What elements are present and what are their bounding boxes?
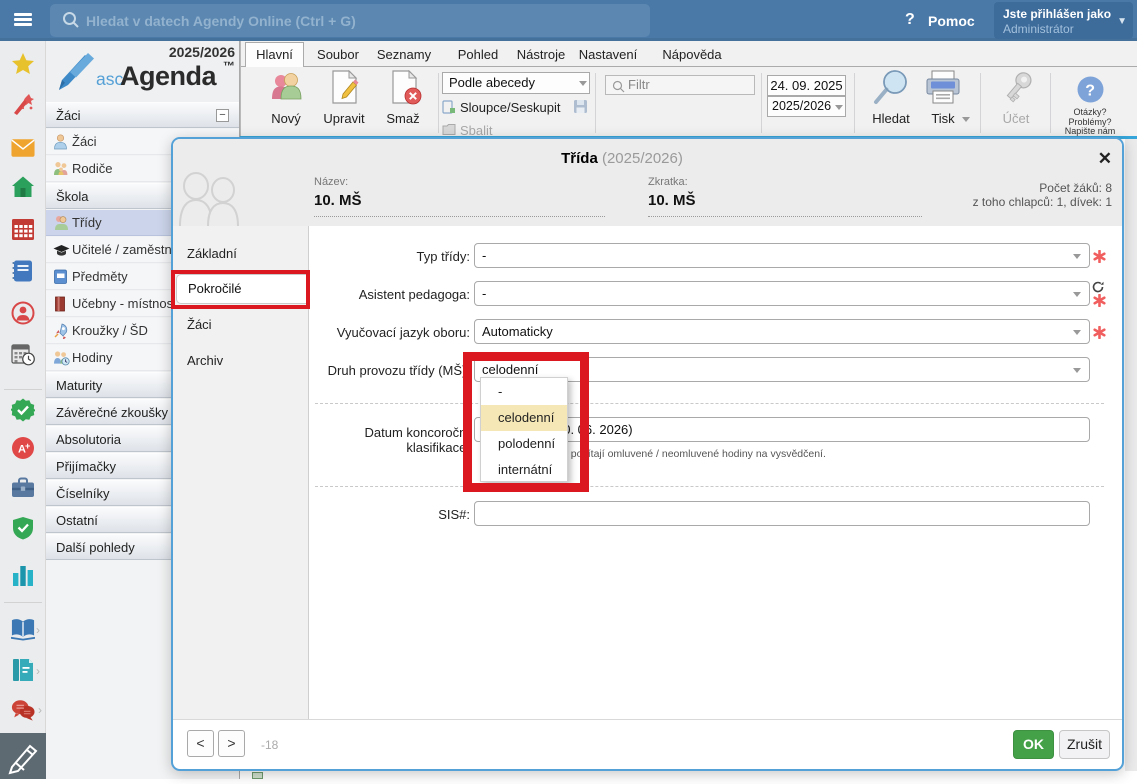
svg-text:?: ? [1085,83,1095,100]
svg-text:+: + [25,441,30,451]
